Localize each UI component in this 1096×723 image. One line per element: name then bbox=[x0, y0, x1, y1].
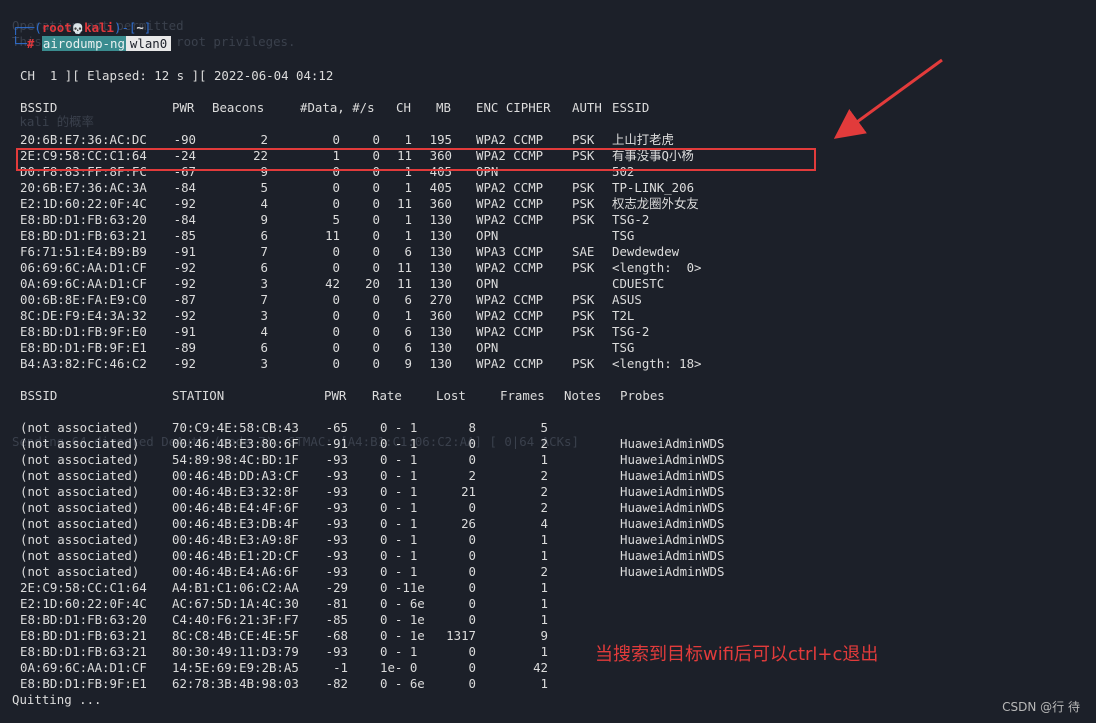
terminal-window[interactable]: Operation not permitted This program req… bbox=[0, 0, 1096, 723]
annotation-arrow-icon bbox=[833, 58, 943, 139]
annotation-text: 当搜索到目标wifi后可以ctrl+c退出 bbox=[595, 644, 879, 665]
watermark: CSDN @行 待 bbox=[1002, 700, 1080, 714]
